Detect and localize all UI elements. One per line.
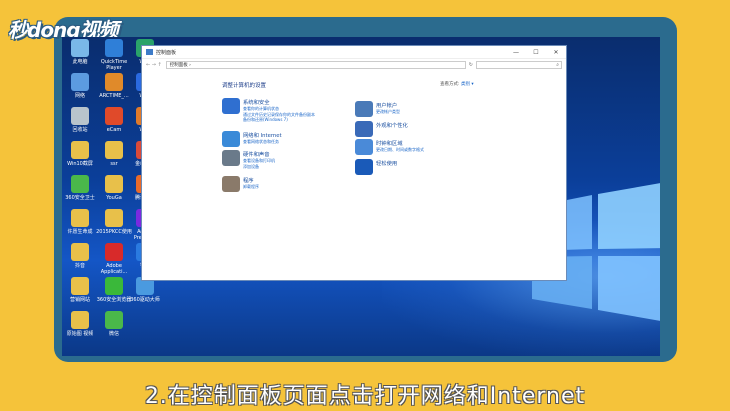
category-title[interactable]: 用户帐户: [376, 101, 397, 109]
app-icon: [105, 209, 123, 227]
app-icon: [105, 73, 123, 91]
desktop-icon[interactable]: 抖音: [62, 243, 98, 269]
app-icon: [105, 175, 123, 193]
app-icon: [71, 243, 89, 261]
desktop-icon-label: 此电脑: [72, 59, 88, 65]
app-icon: [71, 175, 89, 193]
desktop-icon-label: 原始图 视频: [66, 331, 94, 337]
app-icon: [71, 107, 89, 125]
network-globe-icon[interactable]: [222, 131, 240, 147]
users-icon[interactable]: [355, 101, 373, 117]
category-title[interactable]: 外观和个性化: [376, 121, 408, 129]
desktop-icon[interactable]: 原始图 视频: [62, 311, 98, 337]
desktop-icon[interactable]: 回收站: [62, 107, 98, 133]
title-bar: 控制面板 — ☐ ✕: [142, 46, 566, 59]
app-icon: [105, 243, 123, 261]
view-by-dropdown[interactable]: 类别 ▾: [461, 82, 474, 87]
view-by-label: 查看方式:: [440, 82, 460, 87]
desktop-icon-label: 微信: [108, 331, 119, 337]
nav-buttons[interactable]: ← → ↑: [146, 62, 162, 68]
app-icon: [71, 73, 89, 91]
app-icon: [71, 277, 89, 295]
app-icon: [71, 209, 89, 227]
desktop-icon[interactable]: Win10截屏: [62, 141, 98, 167]
programs-icon[interactable]: [222, 176, 240, 192]
app-icon: [71, 39, 89, 57]
category-link[interactable]: 添加设备: [243, 164, 259, 170]
caption-text: 2.在控制面板页面点击打开网络和Internet: [144, 384, 586, 409]
search-icon: ⌕: [556, 62, 559, 68]
maximize-button[interactable]: ☐: [526, 49, 546, 56]
desktop-icon-label: 回收站: [72, 127, 88, 133]
category-title[interactable]: 网络和 Internet: [243, 131, 282, 139]
category-link[interactable]: 备份和还原(Windows 7): [243, 117, 288, 123]
refresh-button[interactable]: ↻: [469, 62, 473, 68]
app-icon: [105, 277, 123, 295]
desktop-icon[interactable]: 营销网站: [62, 277, 98, 303]
close-button[interactable]: ✕: [546, 49, 566, 56]
desktop-icon[interactable]: 360安全卫士: [62, 175, 98, 201]
desktop-icon-label: Win10截屏: [67, 161, 93, 167]
desktop-icon[interactable]: 此电脑: [62, 39, 98, 65]
category-title[interactable]: 硬件和声音: [243, 150, 270, 158]
desktop-icon-label: 许愿生命成: [67, 229, 93, 235]
address-bar-row: ← → ↑ 控制面板 › ↻ ⌕: [142, 59, 566, 71]
category-link[interactable]: 更改帐户类型: [376, 109, 400, 115]
desktop-icon-label: 360驱动大师: [130, 297, 160, 303]
search-input[interactable]: ⌕: [475, 61, 562, 69]
shield-icon[interactable]: [222, 98, 240, 114]
app-icon: [105, 107, 123, 125]
category-title[interactable]: 轻松使用: [376, 159, 397, 167]
category-link[interactable]: 查看网络状态和任务: [243, 139, 279, 145]
app-icon: [105, 311, 123, 329]
desktop-icon[interactable]: 网络: [62, 73, 98, 99]
view-by[interactable]: 查看方式: 类别 ▾: [440, 81, 474, 87]
app-icon: [105, 39, 123, 57]
app-icon: [71, 311, 89, 329]
app-icon: [71, 141, 89, 159]
category-title[interactable]: 时钟和区域: [376, 139, 403, 147]
window-title: 控制面板: [156, 49, 177, 56]
control-panel-window[interactable]: 控制面板 — ☐ ✕ ← → ↑ 控制面板 › ↻ ⌕ 调整计算机的设置 查看方…: [141, 45, 567, 281]
desktop-icon[interactable]: 微信: [96, 311, 132, 337]
category-title[interactable]: 程序: [243, 176, 254, 184]
address-bar[interactable]: 控制面板 ›: [165, 61, 466, 69]
ease-of-access-icon[interactable]: [355, 159, 373, 175]
appearance-icon[interactable]: [355, 121, 373, 137]
clock-globe-icon[interactable]: [355, 139, 373, 155]
desktop-icon-label: 营销网站: [69, 297, 90, 303]
desktop-icon-label: 抖音: [74, 263, 85, 269]
caption-band: 2.在控制面板页面点击打开网络和Internet: [0, 362, 730, 411]
address-text: 控制面板 ›: [169, 63, 191, 68]
desktop-icon-label: 网络: [74, 93, 85, 99]
desktop-icon-label: 360安全卫士: [65, 195, 95, 201]
category-link[interactable]: 卸载程序: [243, 184, 259, 190]
desktop-icon[interactable]: 许愿生命成: [62, 209, 98, 235]
printer-icon[interactable]: [222, 150, 240, 166]
category-title[interactable]: 系统和安全: [243, 98, 270, 106]
control-panel-icon: [146, 49, 153, 55]
app-icon: [105, 141, 123, 159]
page-heading: 调整计算机的设置: [222, 83, 267, 89]
category-link[interactable]: 更改日期、时间或数字格式: [376, 147, 424, 153]
minimize-button[interactable]: —: [506, 49, 526, 56]
